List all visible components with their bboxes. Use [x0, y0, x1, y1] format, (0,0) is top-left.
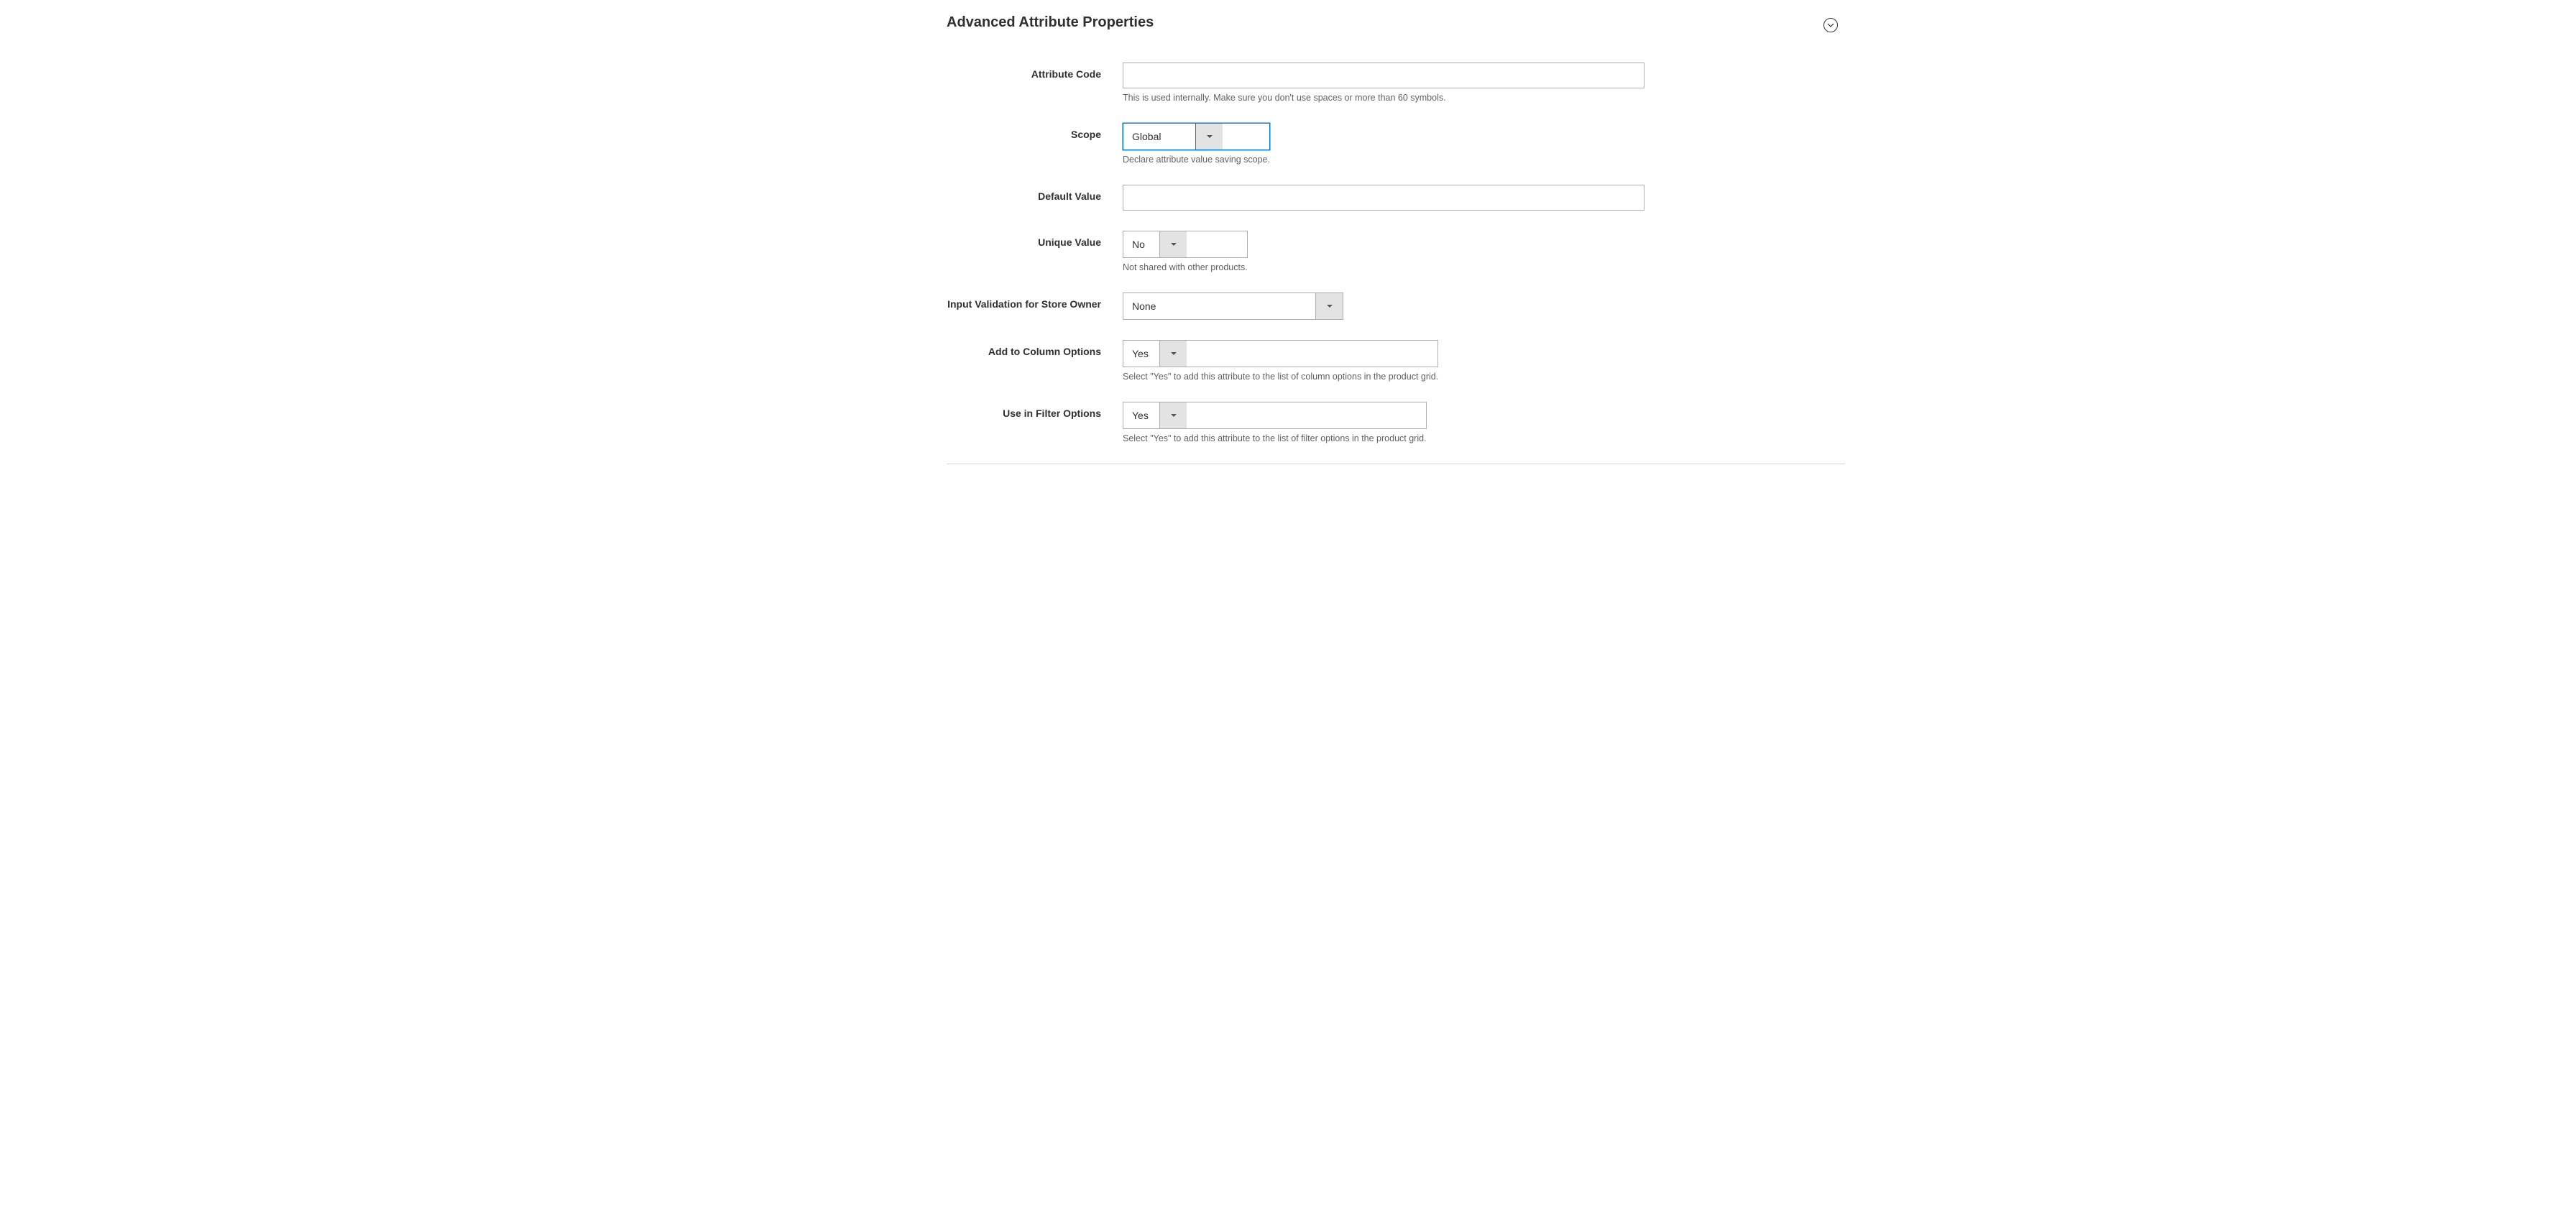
label-use-in-filter: Use in Filter Options [731, 402, 1123, 420]
label-unique-value: Unique Value [731, 231, 1123, 249]
default-value-input[interactable] [1123, 185, 1644, 211]
chevron-down-icon [1827, 19, 1834, 31]
caret-down-icon [1170, 348, 1177, 359]
scope-select[interactable]: Global [1123, 123, 1270, 150]
note-unique-value: Not shared with other products. [1123, 262, 1248, 272]
note-attribute-code: This is used internally. Make sure you d… [1123, 93, 1644, 103]
section-header: Advanced Attribute Properties [947, 14, 1845, 35]
label-input-validation: Input Validation for Store Owner [731, 293, 1123, 311]
label-default-value: Default Value [731, 185, 1123, 203]
add-to-column-select-arrow [1159, 341, 1187, 367]
advanced-attribute-form: Attribute Code This is used internally. … [731, 63, 1845, 443]
unique-value-select[interactable]: No [1123, 231, 1248, 258]
field-unique-value: Unique Value No Not shared with other pr… [731, 231, 1845, 272]
field-use-in-filter: Use in Filter Options Yes Select "Yes" t… [731, 402, 1845, 443]
add-to-column-select-value: Yes [1123, 341, 1159, 367]
field-scope: Scope Global Declare attribute value sav… [731, 123, 1845, 165]
field-default-value: Default Value [731, 185, 1845, 211]
input-validation-select-arrow [1315, 293, 1343, 319]
label-scope: Scope [731, 123, 1123, 142]
input-validation-select-value: None [1123, 293, 1315, 319]
label-attribute-code: Attribute Code [731, 63, 1123, 81]
unique-value-select-value: No [1123, 231, 1159, 257]
collapse-toggle[interactable] [1823, 18, 1838, 32]
use-in-filter-select-value: Yes [1123, 402, 1159, 428]
field-add-to-column: Add to Column Options Yes Select "Yes" t… [731, 340, 1845, 382]
note-scope: Declare attribute value saving scope. [1123, 155, 1270, 165]
note-add-to-column: Select "Yes" to add this attribute to th… [1123, 372, 1438, 382]
scope-select-value: Global [1123, 124, 1195, 149]
unique-value-select-arrow [1159, 231, 1187, 257]
attribute-code-input[interactable] [1123, 63, 1644, 88]
input-validation-select[interactable]: None [1123, 293, 1343, 320]
field-attribute-code: Attribute Code This is used internally. … [731, 63, 1845, 103]
field-input-validation: Input Validation for Store Owner None [731, 293, 1845, 320]
label-add-to-column: Add to Column Options [731, 340, 1123, 359]
caret-down-icon [1206, 131, 1213, 142]
use-in-filter-select[interactable]: Yes [1123, 402, 1427, 429]
caret-down-icon [1170, 239, 1177, 250]
use-in-filter-select-arrow [1159, 402, 1187, 428]
caret-down-icon [1326, 300, 1333, 312]
caret-down-icon [1170, 410, 1177, 421]
add-to-column-select[interactable]: Yes [1123, 340, 1438, 367]
note-use-in-filter: Select "Yes" to add this attribute to th… [1123, 433, 1427, 443]
section-title: Advanced Attribute Properties [947, 14, 1154, 31]
scope-select-arrow [1195, 124, 1223, 149]
